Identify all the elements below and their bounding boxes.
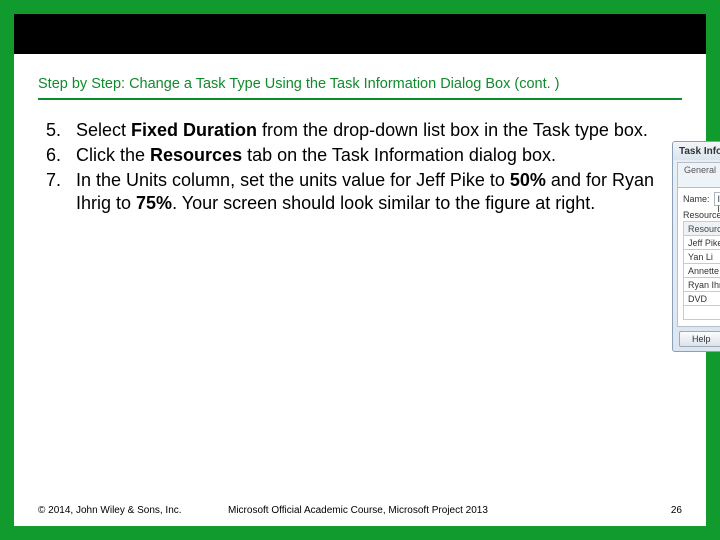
- table-row: Yan Li57%$2,114.79: [684, 250, 720, 264]
- table-row: Annette Hill29%$1,142.86: [684, 264, 720, 278]
- figure-column: Adjusted resource units Task Information…: [672, 119, 720, 486]
- dialog-footer: Help OK Cancel: [673, 327, 720, 351]
- copyright: © 2014, John Wiley & Sons, Inc.: [38, 505, 228, 516]
- task-information-dialog: Task Information X GeneralPredecessorsRe…: [672, 141, 720, 352]
- step-text: Click the Resources tab on the Task Info…: [76, 144, 666, 167]
- table-row: Ryan Ihrig75%$1,371.43: [684, 278, 720, 292]
- step-item: 5.Select Fixed Duration from the drop-do…: [46, 119, 666, 142]
- task-name-field[interactable]: Identify and reserve locations: [714, 192, 720, 206]
- dialog-tabs: GeneralPredecessorsResourcesAdvancedNote…: [673, 160, 720, 187]
- dialog-body: Name: Identify and reserve locations Dur…: [677, 187, 720, 327]
- slide-title: Step by Step: Change a Task Type Using t…: [38, 76, 682, 100]
- step-number: 7.: [46, 169, 76, 215]
- slide-inner: Step by Step: Change a Task Type Using t…: [14, 14, 706, 526]
- top-black-bar: [14, 14, 706, 54]
- table-row: Jeff Pike50%$2,142.86: [684, 236, 720, 250]
- table-row: DVD8 2-hour disc$80.00: [684, 292, 720, 306]
- course-name: Microsoft Official Academic Course, Micr…: [228, 505, 658, 516]
- dialog-title: Task Information: [679, 146, 720, 157]
- cell-name[interactable]: Ryan Ihrig: [684, 278, 720, 292]
- step-text-column: 5.Select Fixed Duration from the drop-do…: [46, 119, 666, 486]
- help-button[interactable]: Help: [679, 331, 720, 347]
- resources-label: Resources:: [683, 210, 720, 220]
- table-row: [684, 306, 720, 320]
- step-text: Select Fixed Duration from the drop-down…: [76, 119, 666, 142]
- step-number: 6.: [46, 144, 76, 167]
- slide-footer: © 2014, John Wiley & Sons, Inc. Microsof…: [38, 505, 682, 516]
- slide-body: 5.Select Fixed Duration from the drop-do…: [46, 119, 682, 486]
- cell-name[interactable]: Jeff Pike: [684, 236, 720, 250]
- name-duration-row: Name: Identify and reserve locations Dur…: [683, 192, 720, 206]
- name-label: Name:: [683, 194, 710, 204]
- cell-name[interactable]: Annette Hill: [684, 264, 720, 278]
- step-item: 7.In the Units column, set the units val…: [46, 169, 666, 215]
- slide-frame: Step by Step: Change a Task Type Using t…: [0, 0, 720, 540]
- dialog-titlebar: Task Information X: [673, 142, 720, 160]
- step-text: In the Units column, set the units value…: [76, 169, 666, 215]
- tab-general[interactable]: General: [677, 162, 720, 187]
- cell-name[interactable]: DVD: [684, 292, 720, 306]
- cell-name[interactable]: [684, 306, 720, 320]
- page-number: 26: [658, 505, 682, 516]
- cell-name[interactable]: Yan Li: [684, 250, 720, 264]
- step-number: 5.: [46, 119, 76, 142]
- resources-table: Resource NameAssignment OwnerUnitsCostJe…: [683, 221, 720, 320]
- step-item: 6.Click the Resources tab on the Task In…: [46, 144, 666, 167]
- column-header: Resource Name: [684, 222, 720, 236]
